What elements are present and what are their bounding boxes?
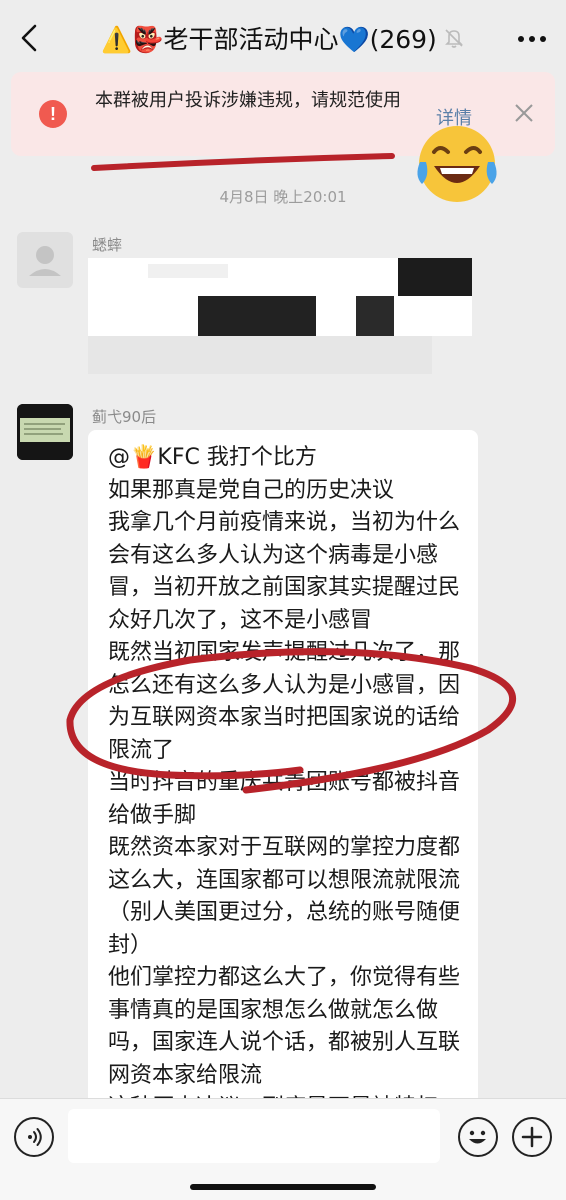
voice-button[interactable] bbox=[14, 1117, 54, 1157]
message-bubble[interactable]: @🍟KFC 我打个比方 如果那真是党自己的历史决议 我拿几个月前疫情来说，当初为… bbox=[88, 430, 478, 1120]
bell-muted-icon bbox=[443, 27, 465, 49]
chevron-left-icon bbox=[21, 24, 37, 52]
warning-text: 本群被用户投诉涉嫌违规，请规范使用 bbox=[95, 90, 401, 111]
censored-message[interactable] bbox=[88, 258, 472, 374]
avatar[interactable] bbox=[17, 232, 73, 288]
timestamp: 4月8日 晚上20:01 bbox=[219, 188, 347, 206]
default-avatar-icon bbox=[29, 246, 61, 276]
more-dots-icon bbox=[518, 36, 546, 42]
message-text: @🍟KFC 我打个比方 如果那真是党自己的历史决议 我拿几个月前疫情来说，当初为… bbox=[108, 445, 461, 1120]
emoji-button[interactable] bbox=[458, 1117, 498, 1157]
plus-button[interactable] bbox=[512, 1117, 552, 1157]
back-button[interactable] bbox=[14, 20, 44, 56]
message-input[interactable] bbox=[68, 1109, 440, 1163]
exclamation-icon: ! bbox=[39, 100, 67, 128]
chat-screen: ⚠️👺老干部活动中心💙(269) ! 本群被用户投诉涉嫌违规，请规范使用 详情 bbox=[0, 0, 566, 1200]
chat-title: ⚠️👺老干部活动中心💙(269) bbox=[101, 25, 437, 54]
voice-icon bbox=[28, 1128, 42, 1146]
home-indicator bbox=[190, 1184, 376, 1190]
avatar[interactable] bbox=[17, 404, 73, 460]
sender-name: 蟋蟀 bbox=[92, 236, 123, 254]
chat-title-wrap: ⚠️👺老干部活动中心💙(269) bbox=[101, 20, 465, 56]
chat-header: ⚠️👺老干部活动中心💙(269) bbox=[0, 0, 566, 76]
sender-name: 蓟弋90后 bbox=[92, 408, 157, 426]
close-icon[interactable] bbox=[511, 100, 537, 126]
plus-icon bbox=[521, 1126, 543, 1148]
smiley-icon bbox=[469, 1130, 486, 1144]
more-button[interactable] bbox=[512, 22, 552, 56]
photo-avatar bbox=[17, 404, 73, 460]
